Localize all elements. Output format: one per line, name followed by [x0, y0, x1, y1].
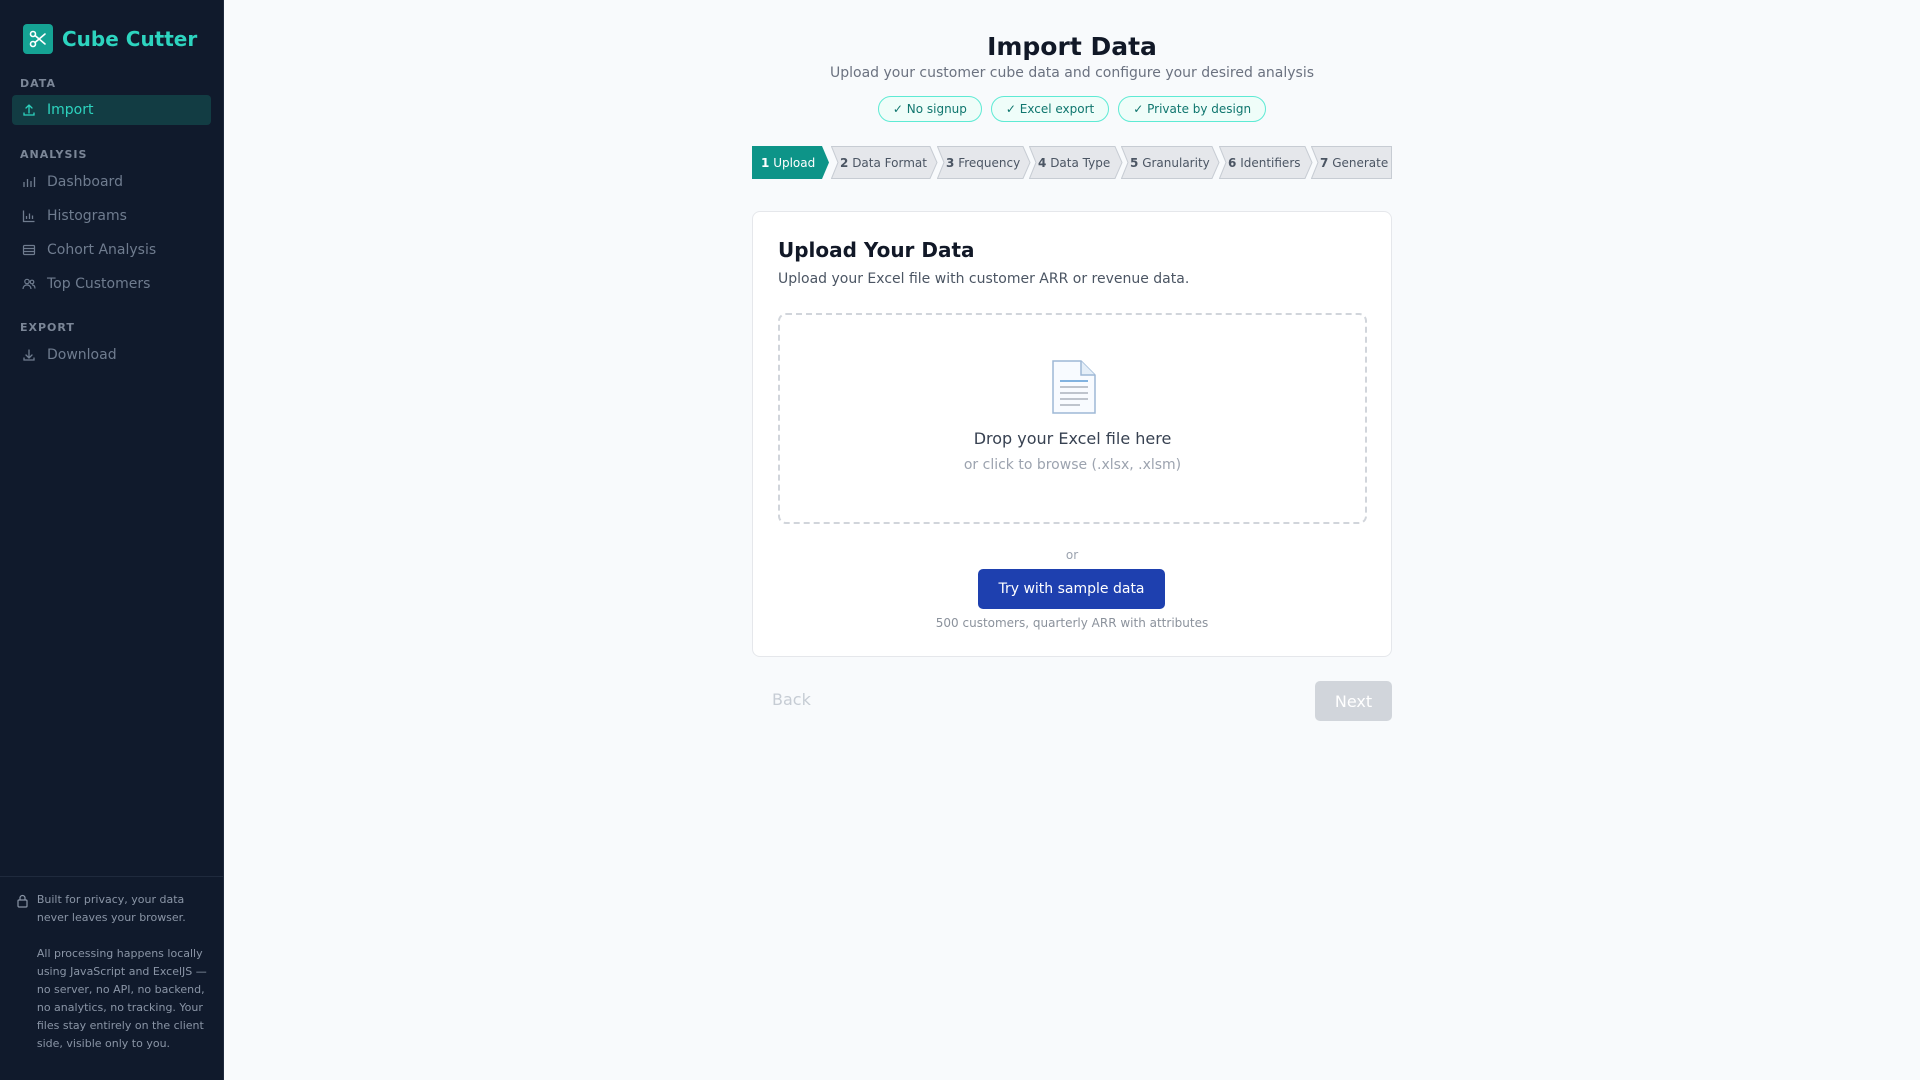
sidebar-item-label: Download	[47, 347, 117, 363]
step-number: 2	[840, 155, 849, 170]
scissors-icon	[23, 24, 53, 54]
bar-chart-icon	[21, 174, 37, 190]
back-button[interactable]: Back	[772, 690, 811, 709]
dropzone-hint: or click to browse (.xlsx, .xlsm)	[963, 457, 1182, 473]
sidebar-item-label: Import	[47, 102, 94, 118]
step-identifiers[interactable]: 6 Identifiers	[1219, 146, 1313, 179]
try-sample-data-button[interactable]: Try with sample data	[978, 569, 1165, 609]
file-dropzone[interactable]: Drop your Excel file here or click to br…	[778, 313, 1367, 524]
sidebar-item-dashboard[interactable]: Dashboard	[12, 167, 211, 197]
step-label: Generate	[1332, 155, 1389, 170]
step-label: Data Type	[1050, 155, 1111, 170]
step-upload[interactable]: 1 Upload	[752, 146, 830, 179]
step-number: 4	[1038, 155, 1047, 170]
step-number: 7	[1320, 155, 1329, 170]
step-generate[interactable]: 7 Generate	[1311, 146, 1392, 179]
page-title: Import Data	[987, 32, 1157, 61]
sidebar-item-download[interactable]: Download	[12, 340, 211, 370]
table-icon	[21, 242, 37, 258]
upload-icon	[21, 102, 37, 118]
page-subtitle: Upload your customer cube data and confi…	[829, 65, 1315, 81]
step-label: Frequency	[958, 155, 1021, 170]
brand[interactable]: Cube Cutter	[23, 24, 197, 54]
users-icon	[21, 276, 37, 292]
step-frequency[interactable]: 3 Frequency	[937, 146, 1031, 179]
step-label: Data Format	[852, 155, 927, 170]
badge-private: ✓ Private by design	[1118, 96, 1267, 122]
step-number: 5	[1130, 155, 1139, 170]
section-label-data: DATA	[20, 77, 56, 90]
privacy-note: Built for privacy, your data never leave…	[0, 876, 224, 1080]
privacy-line-1: Built for privacy, your data never leave…	[36, 893, 186, 924]
or-divider: or	[1065, 548, 1079, 562]
step-granularity[interactable]: 5 Granularity	[1121, 146, 1220, 179]
upload-card: Upload Your Data Upload your Excel file …	[752, 211, 1392, 657]
next-button[interactable]: Next	[1315, 681, 1392, 721]
document-icon	[1048, 359, 1098, 419]
wizard-stepper: 1 Upload 2 Data Format 3 Frequency 4 Dat…	[752, 146, 1392, 179]
section-label-export: EXPORT	[20, 321, 75, 334]
card-title: Upload Your Data	[778, 238, 975, 262]
sidebar-item-import[interactable]: Import	[12, 95, 211, 125]
sidebar-item-histograms[interactable]: Histograms	[12, 201, 211, 231]
lock-icon	[16, 893, 30, 1080]
card-description: Upload your Excel file with customer ARR…	[778, 271, 1190, 287]
step-number: 1	[761, 155, 770, 170]
step-label: Granularity	[1142, 155, 1210, 170]
dropzone-title: Drop your Excel file here	[973, 429, 1172, 448]
sidebar-item-label: Cohort Analysis	[47, 242, 157, 258]
download-icon	[21, 347, 37, 363]
feature-badges: ✓ No signup ✓ Excel export ✓ Private by …	[224, 96, 1920, 122]
step-number: 6	[1228, 155, 1237, 170]
sidebar-item-label: Top Customers	[47, 276, 151, 292]
sample-data-caption: 500 customers, quarterly ARR with attrib…	[935, 616, 1209, 630]
step-label: Upload	[773, 155, 816, 170]
step-data-type[interactable]: 4 Data Type	[1029, 146, 1123, 179]
step-number: 3	[946, 155, 955, 170]
sidebar-item-label: Histograms	[47, 208, 127, 224]
step-data-format[interactable]: 2 Data Format	[831, 146, 938, 179]
sidebar: Cube Cutter DATA Import ANALYSIS Dashboa…	[0, 0, 224, 1080]
main-content: Import Data Upload your customer cube da…	[224, 0, 1920, 1080]
badge-no-signup: ✓ No signup	[877, 96, 982, 122]
section-label-analysis: ANALYSIS	[20, 148, 88, 161]
sidebar-item-cohort-analysis[interactable]: Cohort Analysis	[12, 235, 211, 265]
app-name: Cube Cutter	[62, 27, 198, 51]
sidebar-item-top-customers[interactable]: Top Customers	[12, 269, 211, 299]
badge-excel-export: ✓ Excel export	[990, 96, 1110, 122]
histogram-icon	[21, 208, 37, 224]
privacy-line-2: All processing happens locally using Jav…	[36, 947, 207, 1050]
sidebar-item-label: Dashboard	[47, 174, 123, 190]
step-label: Identifiers	[1240, 155, 1301, 170]
